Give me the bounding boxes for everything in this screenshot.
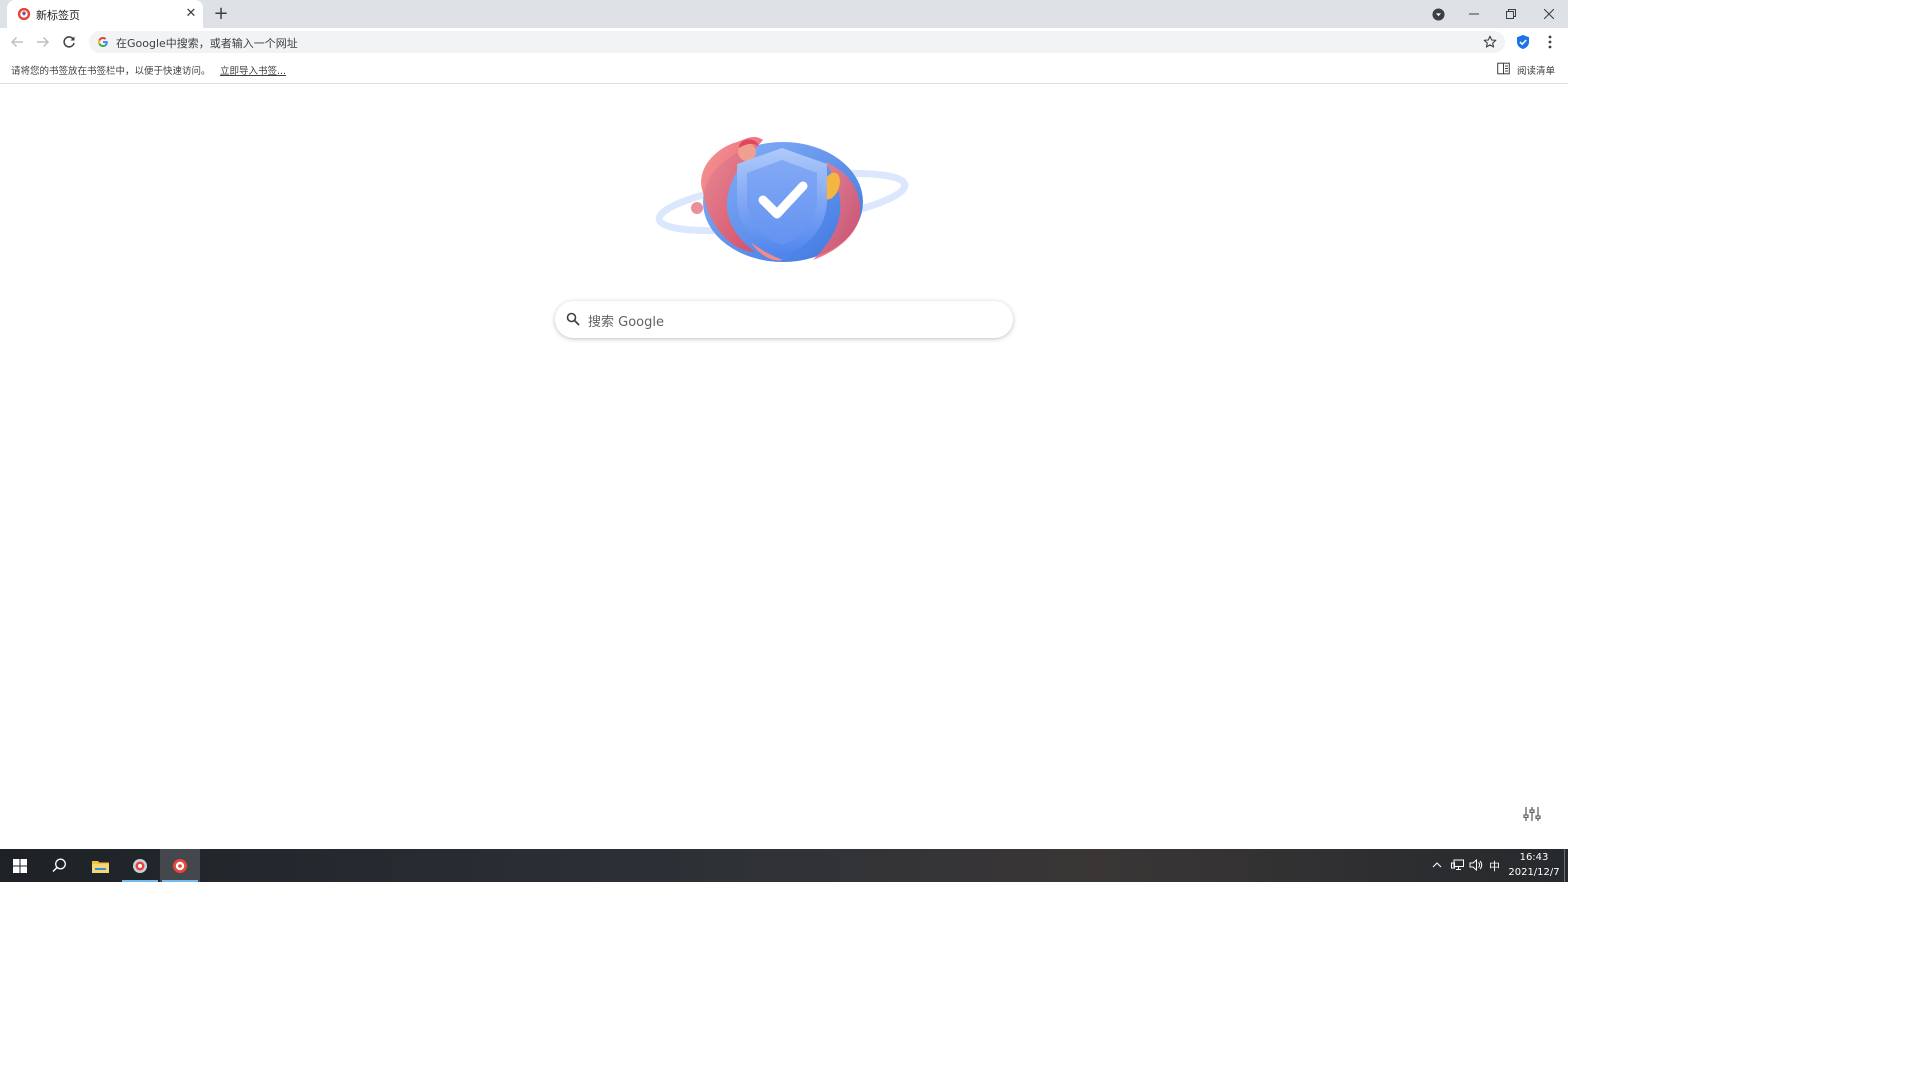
chevron-up-icon — [1432, 862, 1442, 868]
start-button[interactable] — [0, 849, 40, 882]
tab-strip: 新标签页 ✕ + — [0, 0, 1568, 28]
show-desktop-button[interactable] — [1564, 849, 1565, 882]
restore-button[interactable] — [1492, 0, 1530, 28]
close-icon — [1544, 9, 1554, 19]
taskbar-app-browser-2[interactable] — [160, 849, 200, 882]
google-g-icon — [98, 37, 108, 47]
clock-date[interactable]: 2021/12/7 — [1506, 867, 1562, 878]
network-icon — [1450, 859, 1464, 870]
network-status-button[interactable] — [1450, 858, 1464, 872]
reload-icon — [63, 36, 75, 48]
browser-logo-icon — [173, 858, 187, 873]
browser-logo-icon — [133, 858, 147, 873]
address-bar[interactable]: 在Google中搜索，或者输入一个网址 — [89, 31, 1505, 53]
search-icon — [566, 312, 580, 326]
kebab-menu-icon — [1548, 35, 1552, 49]
back-arrow-icon — [10, 36, 23, 48]
bookmarks-bar: 请将您的书签放在书签栏中，以便于快速访问。 立即导入书签... 阅读清单 — [0, 56, 1568, 84]
speaker-icon — [1469, 859, 1483, 871]
bookmarks-hint: 请将您的书签放在书签栏中，以便于快速访问。 — [11, 66, 211, 77]
omnibox-placeholder[interactable]: 在Google中搜索，或者输入一个网址 — [116, 35, 298, 51]
close-window-button[interactable] — [1530, 0, 1568, 28]
new-tab-button[interactable]: + — [210, 3, 232, 25]
restore-icon — [1506, 9, 1516, 19]
taskbar-search-button[interactable] — [39, 849, 79, 882]
windows-taskbar: 中 16:43 2021/12/7 — [0, 849, 1568, 882]
minimize-icon — [1469, 13, 1479, 15]
close-tab-icon[interactable]: ✕ — [182, 5, 200, 23]
tab-search-button[interactable] — [1419, 0, 1457, 28]
minimize-button[interactable] — [1455, 0, 1493, 28]
taskbar-app-browser-1[interactable] — [120, 849, 160, 882]
import-bookmarks-link[interactable]: 立即导入书签... — [220, 63, 286, 77]
browser-toolbar: 在Google中搜索，或者输入一个网址 — [0, 28, 1568, 56]
reading-list-button[interactable]: 阅读清单 — [1517, 63, 1555, 77]
show-hidden-icons-button[interactable] — [1430, 858, 1444, 872]
tab-title: 新标签页 — [36, 9, 80, 22]
back-button[interactable] — [5, 30, 29, 54]
customize-page-icon[interactable] — [1523, 805, 1541, 823]
security-shield-illustration — [655, 136, 909, 262]
reading-list-icon[interactable] — [1497, 62, 1510, 75]
tab-search-icon — [1431, 7, 1445, 21]
folder-icon — [91, 860, 109, 873]
file-explorer-button[interactable] — [80, 849, 120, 882]
google-search-box[interactable]: 搜索 Google — [555, 301, 1013, 338]
input-method-indicator[interactable]: 中 — [1489, 858, 1500, 874]
windows-logo-icon — [13, 858, 27, 873]
forward-arrow-icon — [37, 36, 50, 48]
browser-menu-button[interactable] — [1541, 32, 1559, 52]
tab-new-tab[interactable]: 新标签页 ✕ — [7, 0, 203, 28]
forward-button[interactable] — [31, 30, 55, 54]
reload-button[interactable] — [57, 30, 81, 54]
browser-logo-icon — [17, 7, 31, 21]
volume-button[interactable] — [1469, 858, 1483, 872]
search-icon — [51, 858, 66, 873]
clock-time[interactable]: 16:43 — [1508, 852, 1560, 863]
shield-extension-icon[interactable] — [1515, 34, 1531, 50]
bookmark-star-icon[interactable] — [1483, 35, 1497, 49]
search-input[interactable]: 搜索 Google — [588, 311, 664, 330]
